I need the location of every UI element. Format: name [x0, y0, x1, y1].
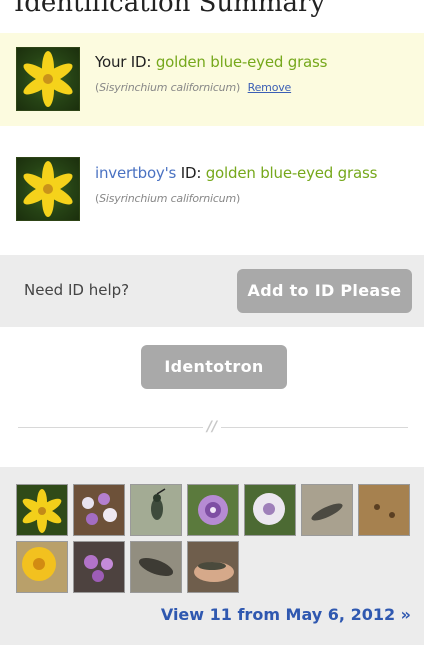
yellow-flower-photo-icon[interactable] [16, 484, 68, 536]
user-link[interactable]: invertboy's [95, 164, 176, 182]
yellow-flower-thumbnail-icon[interactable] [16, 157, 80, 221]
divider-mark-icon: // [203, 419, 221, 435]
your-id-row: Your ID: golden blue-eyed grass (Sisyrin… [0, 33, 424, 126]
your-id-scientific-name: Sisyrinchium californicum [99, 81, 236, 94]
hand-lizard-photo-icon[interactable] [187, 541, 239, 593]
yellow-flower-photo-icon[interactable] [16, 541, 68, 593]
lizard-photo-icon[interactable] [301, 484, 353, 536]
add-to-id-please-button[interactable]: Add to ID Please [237, 269, 412, 313]
purple-flowers-photo-icon[interactable] [73, 484, 125, 536]
white-flower-photo-icon[interactable] [244, 484, 296, 536]
remove-id-link[interactable]: Remove [248, 81, 292, 94]
other-id-row: invertboy's ID: golden blue-eyed grass (… [0, 140, 424, 238]
lizard-photo-icon[interactable] [130, 541, 182, 593]
view-observations-link[interactable]: View 11 from May 6, 2012 » [161, 605, 411, 624]
hummingbird-photo-icon[interactable] [130, 484, 182, 536]
purple-flower-photo-icon[interactable] [187, 484, 239, 536]
your-id-text: Your ID: golden blue-eyed grass (Sisyrin… [95, 53, 328, 94]
yellow-flower-thumbnail-icon[interactable] [16, 47, 80, 111]
other-id-label-suffix: ID [176, 164, 197, 182]
help-label: Need ID help? [24, 281, 130, 299]
other-id-text: invertboy's ID: golden blue-eyed grass (… [95, 164, 378, 205]
your-id-taxon-link[interactable]: golden blue-eyed grass [156, 53, 328, 71]
observation-photos-panel: View 11 from May 6, 2012 » [0, 467, 424, 645]
purple-flowers-photo-icon[interactable] [73, 541, 125, 593]
other-id-scientific-name: Sisyrinchium californicum [99, 192, 236, 205]
identotron-button[interactable]: Identotron [141, 345, 287, 389]
id-help-bar: Need ID help? Add to ID Please [0, 255, 424, 327]
page-title: Identification Summary [14, 0, 326, 18]
ground-insect-photo-icon[interactable] [358, 484, 410, 536]
your-id-label: Your ID: [95, 53, 152, 71]
other-id-taxon-link[interactable]: golden blue-eyed grass [206, 164, 378, 182]
